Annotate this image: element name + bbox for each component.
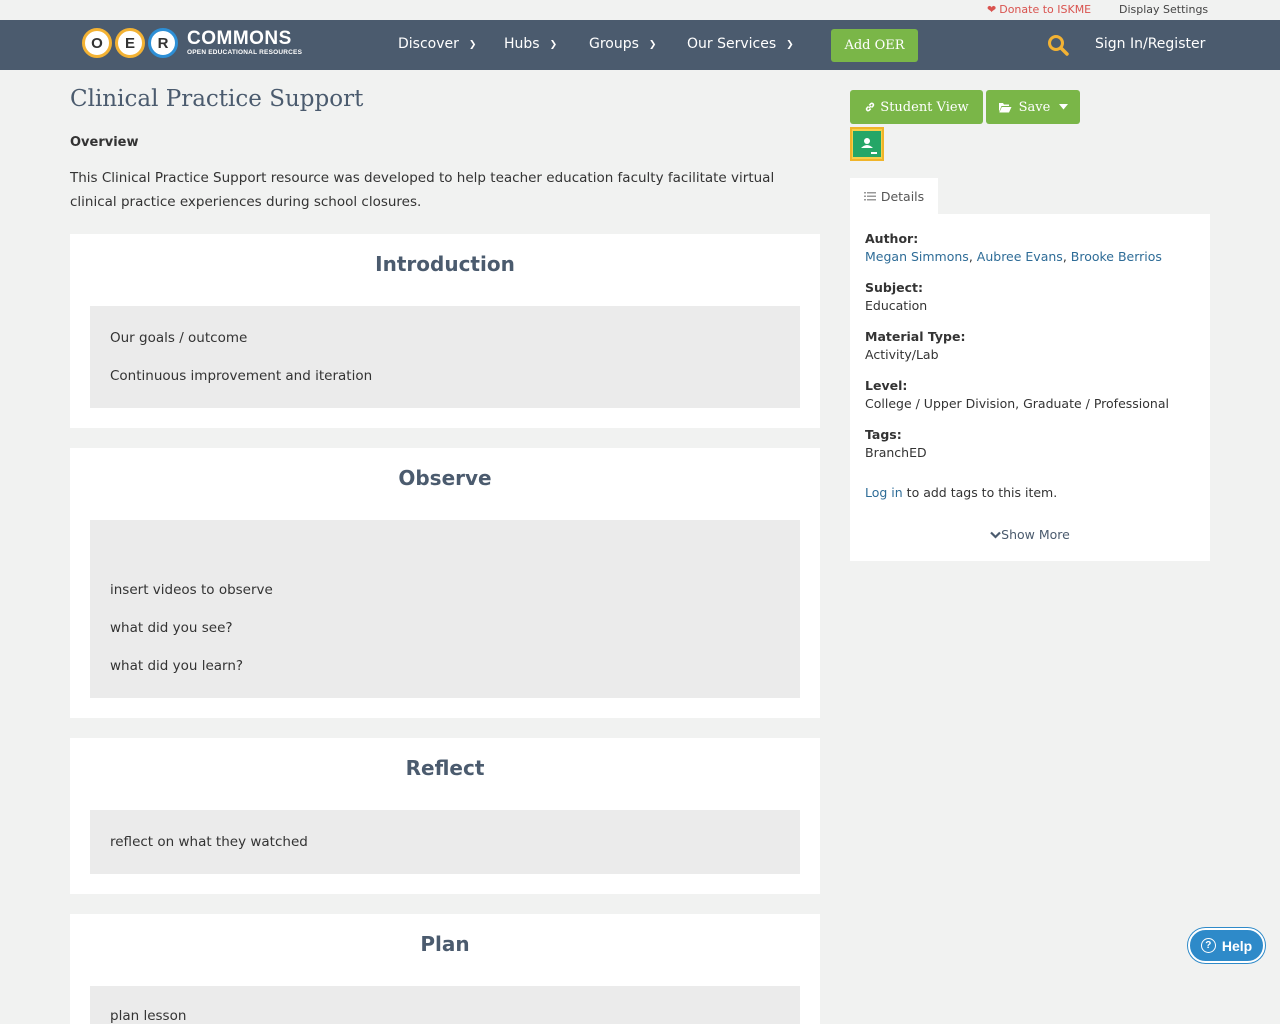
student-view-label: Student View — [880, 99, 969, 115]
help-button[interactable]: ? Help — [1188, 928, 1265, 963]
content-line: plan lesson — [110, 1008, 187, 1024]
subject-field: Subject: Education — [865, 280, 927, 313]
nav-our-services-label: Our Services — [687, 36, 777, 52]
show-more-button[interactable]: Show More — [850, 527, 1210, 542]
subject-value: Education — [865, 298, 928, 313]
donate-link[interactable]: ❤ Donate to ISKME — [987, 3, 1091, 16]
save-button[interactable]: Save — [986, 90, 1080, 124]
chevron-down-icon — [990, 531, 1001, 539]
author-key: Author: — [865, 231, 919, 246]
author-link[interactable]: Aubree Evans — [977, 249, 1063, 264]
content-line: what did you see? — [110, 620, 233, 636]
chevron-down-icon: ❯ — [786, 40, 794, 50]
logo-letter-e: E — [115, 28, 145, 58]
section-heading: Observe — [398, 466, 492, 490]
tags-value: BranchED — [865, 445, 927, 460]
nav-groups[interactable]: Groups ❯ — [589, 36, 656, 52]
section-heading: Plan — [420, 932, 470, 956]
chevron-down-icon: ❯ — [549, 40, 558, 50]
student-view-button[interactable]: Student View — [850, 90, 983, 124]
tags-field: Tags: BranchED — [865, 427, 927, 460]
content-line: reflect on what they watched — [110, 834, 308, 850]
logo-tagline: OPEN EDUCATIONAL RESOURCES — [187, 49, 303, 57]
level-key: Level: — [865, 378, 908, 393]
section-introduction: Introduction Our goals / outcome Continu… — [70, 234, 820, 428]
google-classroom-icon[interactable] — [850, 127, 884, 161]
link-icon — [866, 102, 875, 112]
login-suffix: to add tags to this item. — [902, 485, 1058, 500]
nav-discover-label: Discover — [398, 36, 459, 52]
level-field: Level: College / Upper Division, Graduat… — [865, 378, 1169, 411]
content-line: what did you learn? — [110, 658, 244, 674]
classroom-board — [853, 131, 881, 157]
author-separator: , — [1062, 249, 1067, 264]
author-separator: , — [968, 249, 973, 264]
nav-hubs[interactable]: Hubs ❯ — [504, 36, 557, 52]
sign-in-register-link[interactable]: Sign In/Register — [1095, 36, 1205, 52]
section-reflect: Reflect reflect on what they watched — [70, 738, 820, 894]
chevron-down-icon: ❯ — [468, 40, 477, 50]
question-icon: ? — [1200, 938, 1216, 953]
level-value: College / Upper Division, Graduate / Pro… — [865, 396, 1169, 411]
main-navbar: O E R COMMONS OPEN EDUCATIONAL RESOURCES… — [0, 20, 1280, 70]
chevron-down-icon: ❯ — [648, 40, 657, 50]
person-icon — [861, 138, 877, 154]
details-panel: Author: Megan Simmons, Aubree Evans, Bro… — [850, 214, 1210, 561]
content-line: Our goals / outcome — [110, 330, 248, 346]
section-content: Our goals / outcome Continuous improveme… — [90, 306, 800, 408]
section-heading: Introduction — [375, 252, 515, 276]
nav-our-services[interactable]: Our Services ❯ — [687, 36, 794, 52]
login-link[interactable]: Log in — [865, 485, 903, 500]
search-icon[interactable] — [1047, 34, 1069, 56]
section-observe: Observe insert videos to observe what di… — [70, 448, 820, 718]
nav-discover[interactable]: Discover ❯ — [398, 36, 476, 52]
heart-icon: ❤ — [987, 3, 997, 16]
section-heading: Reflect — [405, 756, 485, 780]
add-oer-button[interactable]: Add OER — [831, 29, 918, 62]
logo-commons: COMMONS — [187, 28, 292, 50]
login-to-tag: Log in to add tags to this item. — [865, 485, 1057, 500]
utility-bar: ❤ Donate to ISKME Display Settings — [0, 0, 1280, 20]
section-plan: Plan plan lesson — [70, 914, 820, 1024]
nav-hubs-label: Hubs — [504, 36, 540, 52]
save-label: Save — [1018, 99, 1051, 115]
section-content: plan lesson — [90, 986, 800, 1024]
author-link[interactable]: Brooke Berrios — [1071, 249, 1162, 264]
list-icon — [863, 192, 876, 201]
show-more-label: Show More — [1001, 527, 1070, 542]
folder-open-icon — [998, 102, 1012, 112]
author-values: Megan Simmons, Aubree Evans, Brooke Berr… — [865, 249, 1162, 264]
overview-heading: Overview — [70, 135, 139, 150]
material-type-value: Activity/Lab — [865, 347, 939, 362]
tab-details[interactable]: Details — [850, 178, 938, 215]
tab-details-label: Details — [880, 189, 925, 204]
logo-letter-r: R — [148, 28, 178, 58]
material-type-key: Material Type: — [865, 329, 966, 344]
donate-label: Donate to ISKME — [999, 3, 1092, 16]
logo-wordmark: COMMONS OPEN EDUCATIONAL RESOURCES — [187, 29, 302, 57]
caret-down-icon — [1059, 104, 1069, 110]
nav-groups-label: Groups — [589, 36, 639, 52]
oer-commons-logo[interactable]: O E R COMMONS OPEN EDUCATIONAL RESOURCES — [82, 25, 302, 61]
section-content: insert videos to observe what did you se… — [90, 520, 800, 698]
material-type-field: Material Type: Activity/Lab — [865, 329, 965, 362]
overview-text: This Clinical Practice Support resource … — [70, 170, 775, 210]
author-field: Author: Megan Simmons, Aubree Evans, Bro… — [865, 231, 1162, 264]
content-line: insert videos to observe — [110, 582, 273, 598]
display-settings-link[interactable]: Display Settings — [1119, 3, 1208, 16]
logo-letter-o: O — [82, 28, 112, 58]
page-title: Clinical Practice Support — [70, 86, 364, 112]
section-content: reflect on what they watched — [90, 810, 800, 874]
subject-key: Subject: — [865, 280, 923, 295]
tags-key: Tags: — [865, 427, 902, 442]
help-label: Help — [1221, 937, 1253, 954]
author-link[interactable]: Megan Simmons — [865, 249, 969, 264]
content-line: Continuous improvement and iteration — [110, 368, 373, 384]
